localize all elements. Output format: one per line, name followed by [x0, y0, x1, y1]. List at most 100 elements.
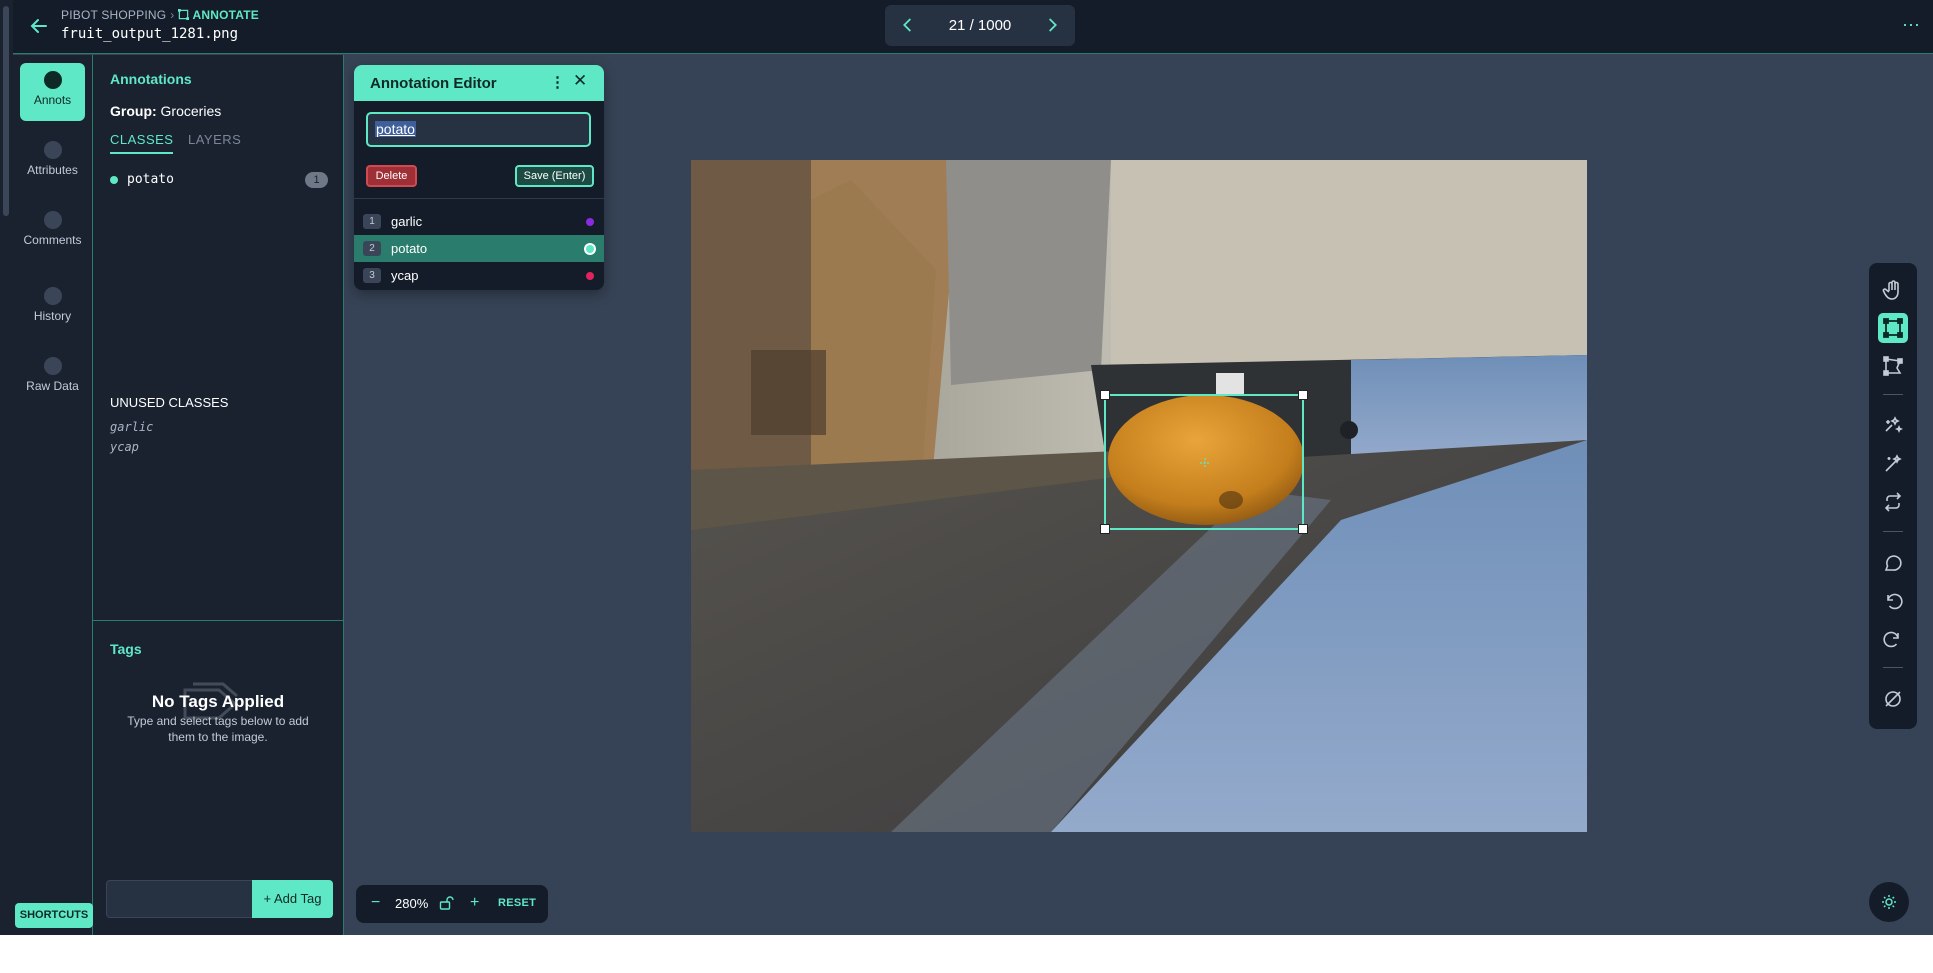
raw-data-icon [43, 357, 62, 375]
sidebar-item-raw-data[interactable]: Raw Data [20, 349, 85, 407]
tab-classes[interactable]: CLASSES [110, 132, 174, 154]
attributes-icon [43, 141, 62, 159]
breadcrumb-project[interactable]: PIBOT SHOPPING [61, 8, 166, 22]
undo-icon[interactable] [1878, 586, 1908, 616]
save-button[interactable]: Save (Enter) [515, 165, 594, 187]
annotations-panel: Annotations Group: Groceries CLASSES LAY… [93, 55, 344, 935]
shortcuts-button[interactable]: SHORTCUTS [15, 903, 93, 928]
polygon-tool-icon[interactable] [1878, 351, 1908, 381]
breadcrumb: PIBOT SHOPPING › ANNOTATE [61, 8, 259, 22]
panel-title: Annotations [110, 71, 192, 87]
zoom-level: 280% [395, 896, 429, 911]
sidebar-item-label: History [33, 309, 72, 323]
scrollbar-thumb[interactable] [3, 6, 9, 216]
delete-button[interactable]: Delete [366, 165, 417, 187]
unused-class-item: garlic [110, 420, 154, 434]
class-color-dot [586, 272, 594, 280]
annotation-editor: Annotation Editor ⋮ ✕ potato Delete Save… [354, 65, 604, 290]
file-name: fruit_output_1281.png [61, 26, 239, 42]
move-handle-icon[interactable] [1199, 457, 1211, 469]
chevron-right-icon: › [170, 8, 175, 22]
resize-handle-ne[interactable] [1298, 390, 1308, 400]
bounding-box-tool-icon[interactable] [1878, 313, 1908, 343]
sidebar-rail: Annots Attributes Comments History Raw D… [13, 55, 93, 935]
class-count-badge: 1 [305, 172, 328, 188]
resize-handle-se[interactable] [1298, 524, 1308, 534]
editor-header[interactable]: Annotation Editor ⋮ ✕ [354, 65, 604, 101]
tags-heading: Tags [110, 641, 142, 657]
option-number: 1 [363, 214, 381, 229]
comment-icon[interactable] [1878, 548, 1908, 578]
chevron-right-icon[interactable] [1041, 14, 1063, 36]
kebab-menu-icon[interactable]: ⋮ [550, 73, 565, 91]
sidebar-item-attributes[interactable]: Attributes [20, 133, 85, 191]
class-list-item[interactable]: potato 1 [110, 171, 328, 191]
tags-empty-title: No Tags Applied [151, 692, 285, 711]
bounding-box[interactable] [1100, 390, 1308, 534]
class-name-input-value: potato [375, 121, 416, 137]
option-number: 3 [363, 268, 381, 283]
group-info: Group: Groceries [110, 103, 221, 119]
divider [354, 198, 604, 199]
editor-title: Annotation Editor [370, 75, 497, 92]
zoom-reset-button[interactable]: RESET [498, 897, 536, 909]
unused-classes-heading: UNUSED CLASSES [110, 395, 229, 410]
option-number: 2 [363, 241, 381, 256]
header: PIBOT SHOPPING › ANNOTATE fruit_output_128… [13, 0, 1933, 54]
back-arrow-icon[interactable] [27, 14, 51, 38]
hide-annotations-icon[interactable] [1878, 684, 1908, 714]
class-name: potato [127, 172, 174, 187]
add-tag-button[interactable]: + Add Tag [252, 880, 333, 918]
option-label: garlic [391, 214, 423, 229]
toolbar-divider [1883, 667, 1903, 668]
class-option-potato[interactable]: 2 potato [354, 235, 604, 262]
history-icon [43, 287, 62, 305]
annotate-icon [178, 9, 190, 20]
option-label: ycap [391, 268, 419, 283]
tool-palette [1869, 263, 1917, 729]
class-name-input[interactable]: potato [366, 112, 591, 147]
sidebar-item-label: Attributes [27, 163, 78, 177]
sidebar-item-label: Comments [23, 233, 82, 247]
settings-icon[interactable] [1869, 882, 1909, 922]
zoom-controls: − 280% + RESET [356, 885, 548, 923]
breadcrumb-annotate: ANNOTATE [178, 8, 259, 22]
unused-class-item: ycap [110, 440, 139, 454]
more-options-icon[interactable]: ⋯ [1902, 15, 1921, 36]
app-root: PIBOT SHOPPING › ANNOTATE fruit_output_128… [0, 0, 1933, 935]
toolbar-divider [1883, 531, 1903, 532]
group-label: Group: [110, 103, 157, 119]
close-icon[interactable]: ✕ [573, 71, 587, 91]
unlock-icon[interactable] [438, 895, 454, 911]
zoom-out-button[interactable]: − [371, 894, 380, 912]
resize-handle-sw[interactable] [1100, 524, 1110, 534]
page-scrollbar[interactable] [0, 0, 13, 935]
magic-wand-icon[interactable] [1878, 449, 1908, 479]
sidebar-item-label: Raw Data [26, 379, 79, 393]
repeat-icon[interactable] [1878, 487, 1908, 517]
class-option-ycap[interactable]: 3 ycap [354, 262, 604, 289]
pan-hand-icon[interactable] [1878, 275, 1908, 305]
sidebar-item-history[interactable]: History [20, 279, 85, 337]
zoom-in-button[interactable]: + [470, 894, 479, 912]
tag-input[interactable] [106, 880, 253, 918]
sidebar-item-comments[interactable]: Comments [20, 203, 85, 261]
comments-icon [43, 211, 62, 229]
toolbar-divider [1883, 394, 1903, 395]
group-value: Groceries [160, 103, 222, 119]
class-color-dot [586, 245, 594, 253]
sidebar-item-annots[interactable]: Annots [20, 63, 85, 121]
resize-handle-nw[interactable] [1100, 390, 1110, 400]
tags-empty-description: Type and select tags below to add them t… [127, 714, 309, 744]
annotations-icon [43, 71, 62, 89]
class-color-dot [586, 218, 594, 226]
smart-select-icon[interactable] [1878, 411, 1908, 441]
class-option-garlic[interactable]: 1 garlic [354, 208, 604, 235]
tab-layers[interactable]: LAYERS [188, 132, 241, 147]
image-pager: 21 / 1000 [885, 5, 1075, 46]
breadcrumb-section: ANNOTATE [192, 8, 259, 22]
class-color-dot [110, 176, 118, 184]
divider [93, 620, 343, 621]
option-label: potato [391, 241, 428, 256]
redo-icon[interactable] [1878, 624, 1908, 654]
